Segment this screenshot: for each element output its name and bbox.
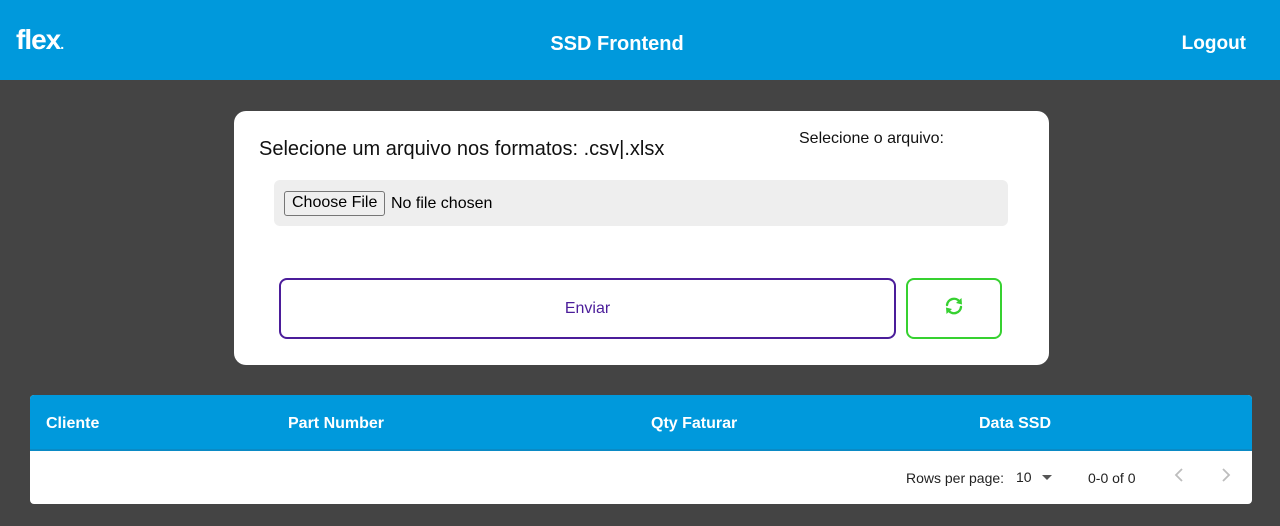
rows-per-page-value: 10 <box>1016 469 1032 485</box>
file-select-label: Selecione o arquivo: <box>799 130 944 147</box>
upload-card: Selecione um arquivo nos formatos: .csv|… <box>234 111 1049 365</box>
send-button-label: Enviar <box>564 299 611 317</box>
column-header-cliente[interactable]: Cliente <box>46 414 99 434</box>
column-header-qty-faturar[interactable]: Qty Faturar <box>651 414 737 434</box>
table-header: Cliente Part Number Qty Faturar Data SSD <box>30 395 1252 451</box>
table-pagination: Rows per page: 10 0-0 of 0 <box>30 453 1252 504</box>
app-header: flex. SSD Frontend Logout <box>0 0 1280 80</box>
rows-per-page-select[interactable]: 10 <box>1016 468 1052 486</box>
upload-instruction: Selecione um arquivo nos formatos: .csv|… <box>259 138 665 160</box>
choose-file-button[interactable]: Choose File <box>284 191 386 216</box>
file-status-text: No file chosen <box>391 195 493 212</box>
ssd-table: Cliente Part Number Qty Faturar Data SSD… <box>30 395 1252 504</box>
file-input[interactable]: Choose File No file chosen <box>274 180 1008 226</box>
page-title: SSD Frontend <box>550 33 684 55</box>
next-page-button[interactable] <box>1215 466 1237 488</box>
dropdown-caret-icon <box>1041 474 1052 480</box>
chevron-left-icon <box>1174 467 1184 487</box>
column-header-part-number[interactable]: Part Number <box>288 414 384 434</box>
refresh-button[interactable] <box>906 278 1002 339</box>
pagination-range: 0-0 of 0 <box>1088 470 1136 486</box>
send-button[interactable]: Enviar <box>279 278 896 339</box>
column-header-data-ssd[interactable]: Data SSD <box>979 414 1051 434</box>
previous-page-button[interactable] <box>1168 466 1190 488</box>
chevron-right-icon <box>1221 467 1231 487</box>
logout-button[interactable]: Logout <box>1182 32 1246 56</box>
refresh-icon <box>944 297 964 320</box>
rows-per-page-label: Rows per page: <box>906 470 1005 486</box>
